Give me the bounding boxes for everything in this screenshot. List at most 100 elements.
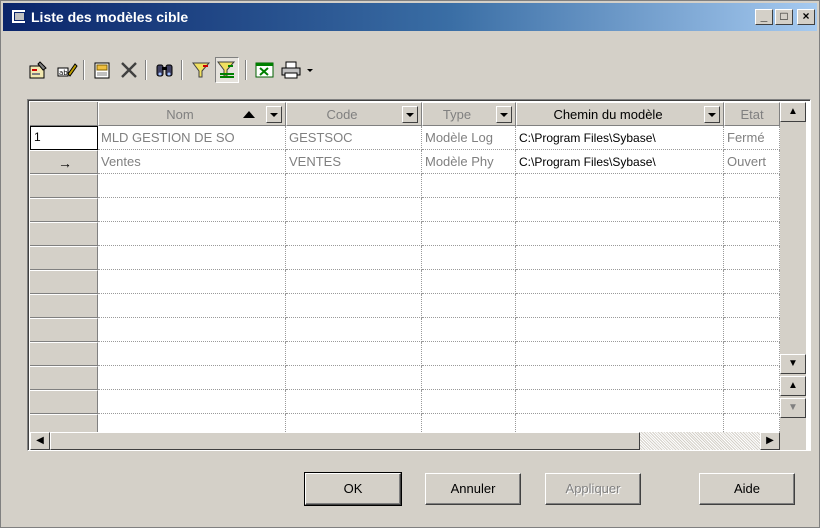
column-filter-button[interactable] — [266, 106, 282, 123]
empty-cell[interactable] — [422, 318, 516, 342]
empty-cell[interactable] — [516, 222, 724, 246]
empty-cell[interactable] — [286, 198, 422, 222]
empty-cell[interactable] — [724, 174, 780, 198]
empty-cell[interactable] — [422, 270, 516, 294]
empty-cell[interactable] — [422, 390, 516, 414]
row-header[interactable] — [30, 198, 98, 222]
cell-chemin[interactable]: C:\Program Files\Sybase\ — [516, 150, 724, 174]
close-button[interactable]: × — [797, 9, 815, 25]
empty-cell[interactable] — [286, 222, 422, 246]
scroll-page-up-button[interactable]: ▲ — [780, 376, 806, 396]
empty-cell[interactable] — [98, 198, 286, 222]
horizontal-scrollbar[interactable]: ◀ ▶ — [30, 432, 780, 450]
export-excel-icon[interactable] — [253, 57, 277, 83]
row-header[interactable] — [30, 318, 98, 342]
cell-code[interactable]: GESTSOC — [286, 126, 422, 150]
empty-cell[interactable] — [724, 366, 780, 390]
cell-chemin[interactable]: C:\Program Files\Sybase\ — [516, 126, 724, 150]
model-list-grid[interactable]: Nom Code Type Chemin du modèle Etat 1 ML… — [27, 99, 811, 451]
empty-cell[interactable] — [724, 198, 780, 222]
empty-cell[interactable] — [724, 390, 780, 414]
empty-cell[interactable] — [724, 270, 780, 294]
empty-cell[interactable] — [516, 342, 724, 366]
empty-cell[interactable] — [422, 366, 516, 390]
cell-etat[interactable]: Ouvert — [724, 150, 780, 174]
empty-cell[interactable] — [724, 222, 780, 246]
empty-cell[interactable] — [422, 222, 516, 246]
filter-icon[interactable] — [189, 57, 213, 83]
column-filter-button[interactable] — [704, 106, 720, 123]
empty-cell[interactable] — [516, 270, 724, 294]
row-header[interactable] — [30, 246, 98, 270]
empty-cell[interactable] — [516, 246, 724, 270]
row-header[interactable] — [30, 294, 98, 318]
scroll-right-button[interactable]: ▶ — [760, 432, 780, 450]
column-header-chemin[interactable]: Chemin du modèle — [516, 102, 724, 126]
dropdown-icon[interactable] — [303, 57, 317, 83]
horizontal-scroll-thumb[interactable] — [50, 432, 640, 450]
cell-etat[interactable]: Fermé — [724, 126, 780, 150]
empty-cell[interactable] — [516, 366, 724, 390]
column-header-code[interactable]: Code — [286, 102, 422, 126]
scroll-up-button[interactable]: ▲ — [780, 102, 806, 122]
cell-type[interactable]: Modèle Phy — [422, 150, 516, 174]
empty-cell[interactable] — [422, 198, 516, 222]
empty-cell[interactable] — [724, 294, 780, 318]
empty-cell[interactable] — [516, 294, 724, 318]
horizontal-scroll-track[interactable] — [640, 432, 760, 450]
maximize-button[interactable]: □ — [775, 9, 793, 25]
empty-cell[interactable] — [98, 318, 286, 342]
scroll-thumb[interactable] — [780, 122, 806, 352]
ok-button[interactable]: OK — [304, 472, 402, 506]
empty-cell[interactable] — [98, 294, 286, 318]
help-button[interactable]: Aide — [699, 473, 795, 505]
empty-cell[interactable] — [724, 342, 780, 366]
empty-cell[interactable] — [516, 174, 724, 198]
empty-cell[interactable] — [724, 318, 780, 342]
print-icon[interactable] — [279, 57, 303, 83]
empty-cell[interactable] — [422, 294, 516, 318]
row-header[interactable]: 1 — [30, 126, 98, 150]
row-header[interactable]: → — [30, 150, 98, 174]
row-header[interactable] — [30, 270, 98, 294]
empty-cell[interactable] — [98, 366, 286, 390]
window-icon[interactable] — [11, 9, 26, 24]
empty-cell[interactable] — [98, 390, 286, 414]
empty-cell[interactable] — [724, 246, 780, 270]
column-header-etat[interactable]: Etat — [724, 102, 780, 126]
apply-filter-icon[interactable] — [215, 57, 239, 83]
empty-cell[interactable] — [98, 222, 286, 246]
minimize-button[interactable]: _ — [755, 9, 773, 25]
empty-cell[interactable] — [286, 270, 422, 294]
cell-type[interactable]: Modèle Log — [422, 126, 516, 150]
row-header[interactable] — [30, 366, 98, 390]
empty-cell[interactable] — [516, 390, 724, 414]
empty-cell[interactable] — [286, 390, 422, 414]
find-icon[interactable] — [153, 57, 177, 83]
column-header-type[interactable]: Type — [422, 102, 516, 126]
properties-icon[interactable] — [27, 57, 51, 83]
vertical-scrollbar[interactable]: ▲ ▼ ▲ ▼ — [780, 102, 806, 432]
empty-cell[interactable] — [516, 198, 724, 222]
row-header[interactable] — [30, 342, 98, 366]
cancel-button[interactable]: Annuler — [425, 473, 521, 505]
empty-cell[interactable] — [98, 270, 286, 294]
column-header-nom[interactable]: Nom — [98, 102, 286, 126]
cell-nom[interactable]: MLD GESTION DE SO — [98, 126, 286, 150]
scroll-left-button[interactable]: ◀ — [30, 432, 50, 450]
empty-cell[interactable] — [98, 246, 286, 270]
apply-button[interactable]: Appliquer — [545, 473, 641, 505]
empty-cell[interactable] — [286, 318, 422, 342]
row-header[interactable] — [30, 222, 98, 246]
column-filter-button[interactable] — [402, 106, 418, 123]
cell-code[interactable]: VENTES — [286, 150, 422, 174]
empty-cell[interactable] — [98, 342, 286, 366]
grid-corner[interactable] — [30, 102, 98, 126]
empty-cell[interactable] — [422, 174, 516, 198]
empty-cell[interactable] — [286, 246, 422, 270]
empty-cell[interactable] — [516, 318, 724, 342]
column-filter-button[interactable] — [496, 106, 512, 123]
title-bar[interactable]: Liste des modèles cible _ □ × — [3, 3, 817, 31]
empty-cell[interactable] — [422, 246, 516, 270]
open-model-icon[interactable] — [91, 57, 115, 83]
